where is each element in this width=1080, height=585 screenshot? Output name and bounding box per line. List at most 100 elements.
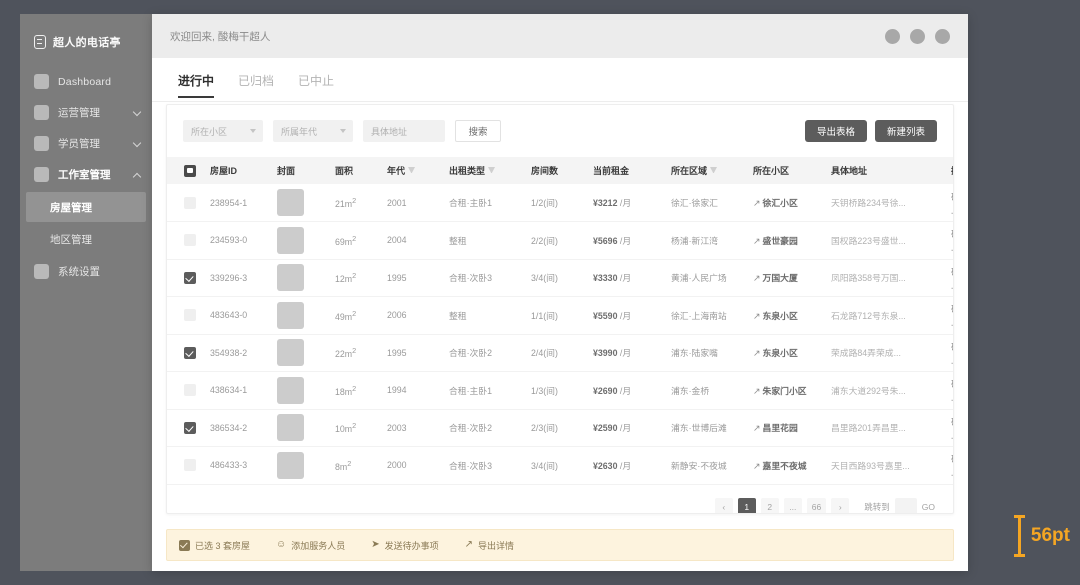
tab-terminated[interactable]: 已中止 <box>298 72 334 98</box>
export-table-button[interactable]: 导出表格 <box>804 120 867 142</box>
tab-in-progress[interactable]: 进行中 <box>178 72 215 98</box>
filter-icon[interactable] <box>710 167 718 173</box>
cell-community[interactable]: ↗ 朱家门小区 <box>753 372 831 410</box>
pagination-page-66[interactable]: 66 <box>806 497 827 513</box>
send-todo-action[interactable]: ➤ 发送待办事项 <box>371 539 438 552</box>
export-details-action[interactable]: ↗ 导出详情 <box>465 539 514 552</box>
filter-icon[interactable] <box>488 167 496 173</box>
header-room-count[interactable]: 房间数 <box>531 157 593 184</box>
sidebar-item-region-management[interactable]: 地区管理 <box>26 224 146 254</box>
row-select-cell[interactable] <box>167 259 196 297</box>
search-button[interactable]: 搜索 <box>455 120 501 142</box>
cover-thumbnail[interactable] <box>277 414 304 442</box>
select-all-checkbox[interactable] <box>184 164 196 177</box>
cover-thumbnail[interactable] <box>277 226 304 254</box>
publish-house-link[interactable]: 上线房屋 <box>951 392 953 402</box>
confirm-details-link[interactable]: 确认详情 <box>951 454 953 464</box>
cell-community[interactable]: ↗ 东泉小区 <box>753 297 831 335</box>
row-checkbox[interactable] <box>184 234 196 247</box>
table-row[interactable]: 234593-0 69m2 2004 整租 2/2(间) ¥5696 /月 杨浦·新江湾 ↗ 盛… <box>167 222 953 260</box>
confirm-details-link[interactable]: 确认详情 <box>951 192 953 202</box>
sidebar-item-settings[interactable]: 系统设置 <box>20 256 152 287</box>
confirm-details-link[interactable]: 确认详情 <box>951 417 953 427</box>
confirm-details-link[interactable]: 确认详情 <box>951 304 953 314</box>
table-row[interactable]: 486433-3 8m2 2000 合租·次卧3 3/4(间) ¥2630 /月 新静安·不… <box>167 447 953 485</box>
header-year[interactable]: 年代 <box>387 157 449 184</box>
address-input[interactable]: 具体地址 <box>363 120 445 142</box>
pagination-go-button[interactable]: GO <box>922 502 935 512</box>
confirm-details-link[interactable]: 确认详情 <box>951 379 953 389</box>
row-select-cell[interactable] <box>167 409 196 447</box>
cell-community[interactable]: ↗ 徐汇小区 <box>753 184 831 222</box>
cover-thumbnail[interactable] <box>277 301 304 329</box>
cover-thumbnail[interactable] <box>277 339 304 367</box>
row-select-cell[interactable] <box>167 372 196 410</box>
row-checkbox[interactable] <box>184 421 196 434</box>
table-row[interactable]: 438634-1 18m2 1994 合租·主卧1 1/3(间) ¥2690 /月 浦东·金… <box>167 372 953 410</box>
row-checkbox[interactable] <box>184 271 196 284</box>
cover-thumbnail[interactable] <box>277 376 304 404</box>
sidebar-item-dashboard[interactable]: Dashboard <box>20 66 152 97</box>
table-row[interactable]: 386534-2 10m2 2003 合租·次卧2 2/3(间) ¥2590 /月 浦东·世… <box>167 409 953 447</box>
header-house-id[interactable]: 房屋ID <box>193 157 277 184</box>
pagination-page-1[interactable]: 1 <box>737 497 756 513</box>
pagination-prev[interactable]: ‹ <box>714 497 733 513</box>
row-select-cell[interactable] <box>167 297 196 335</box>
publish-house-link[interactable]: 上线房屋 <box>951 317 953 327</box>
publish-house-link[interactable]: 上线房屋 <box>951 205 953 215</box>
row-select-cell[interactable] <box>167 184 196 222</box>
row-select-cell[interactable] <box>167 222 196 260</box>
window-minimize-button[interactable] <box>885 28 900 44</box>
publish-house-link[interactable]: 上线房屋 <box>951 242 953 252</box>
header-current-rent[interactable]: 当前租金 <box>593 157 671 184</box>
window-close-button[interactable] <box>935 28 950 44</box>
publish-house-link[interactable]: 上线房屋 <box>951 280 953 290</box>
selection-checkbox[interactable] <box>179 539 190 551</box>
row-checkbox[interactable] <box>184 459 196 472</box>
header-area[interactable]: 面积 <box>335 157 387 184</box>
confirm-details-link[interactable]: 确认详情 <box>951 267 953 277</box>
confirm-details-link[interactable]: 确认详情 <box>951 229 953 239</box>
pagination-next[interactable]: › <box>831 497 850 513</box>
table-row[interactable]: 483643-0 49m2 2006 整租 1/1(间) ¥5590 /月 徐汇·上海南站 ↗… <box>167 297 953 335</box>
decade-select[interactable]: 所属年代 <box>273 120 353 142</box>
header-community[interactable]: 所在小区 <box>753 157 831 184</box>
cover-thumbnail[interactable] <box>277 451 304 479</box>
header-select-all[interactable] <box>167 157 196 184</box>
new-list-button[interactable]: 新建列表 <box>874 120 937 142</box>
row-select-cell[interactable] <box>167 334 196 372</box>
cover-thumbnail[interactable] <box>277 264 304 292</box>
pagination-jump-input[interactable] <box>894 497 917 513</box>
header-rent-type[interactable]: 出租类型 <box>449 157 531 184</box>
row-checkbox[interactable] <box>184 309 196 322</box>
sidebar-item-operations[interactable]: 运营管理 <box>20 97 152 128</box>
row-checkbox[interactable] <box>184 346 196 359</box>
cell-community[interactable]: ↗ 嘉里不夜城 <box>753 447 831 485</box>
add-service-person-action[interactable]: ☺ 添加服务人员 <box>276 539 345 552</box>
tab-archived[interactable]: 已归档 <box>238 72 274 98</box>
table-row[interactable]: 339296-3 12m2 1995 合租·次卧3 3/4(间) ¥3330 /月 黄浦·人… <box>167 259 953 297</box>
row-select-cell[interactable] <box>167 447 196 485</box>
selection-summary[interactable]: 已选 3 套房屋 <box>179 539 250 552</box>
publish-house-link[interactable]: 上线房屋 <box>951 467 953 477</box>
header-region[interactable]: 所在区域 <box>671 157 753 184</box>
cell-community[interactable]: ↗ 盛世豪园 <box>753 222 831 260</box>
cell-community[interactable]: ↗ 万国大厦 <box>753 259 831 297</box>
row-checkbox[interactable] <box>184 384 196 397</box>
window-maximize-button[interactable] <box>910 28 925 44</box>
community-select[interactable]: 所在小区 <box>183 120 263 142</box>
confirm-details-link[interactable]: 确认详情 <box>951 342 953 352</box>
publish-house-link[interactable]: 上线房屋 <box>951 355 953 365</box>
table-row[interactable]: 354938-2 22m2 1995 合租·次卧2 2/4(间) ¥3990 /月 浦东·陆… <box>167 334 953 372</box>
cover-thumbnail[interactable] <box>277 189 304 216</box>
sidebar-item-students[interactable]: 学员管理 <box>20 128 152 159</box>
sidebar-item-house-management[interactable]: 房屋管理 <box>26 192 146 222</box>
sidebar-item-studio[interactable]: 工作室管理 <box>20 159 152 190</box>
cell-community[interactable]: ↗ 东泉小区 <box>753 334 831 372</box>
pagination-page-2[interactable]: 2 <box>760 497 779 513</box>
row-checkbox[interactable] <box>184 196 196 209</box>
filter-icon[interactable] <box>408 167 416 173</box>
cell-community[interactable]: ↗ 昌里花园 <box>753 409 831 447</box>
table-row[interactable]: 238954-1 21m2 2001 合租·主卧1 1/2(间) ¥3212 /月 徐汇·徐… <box>167 184 953 222</box>
publish-house-link[interactable]: 上线房屋 <box>951 430 953 440</box>
